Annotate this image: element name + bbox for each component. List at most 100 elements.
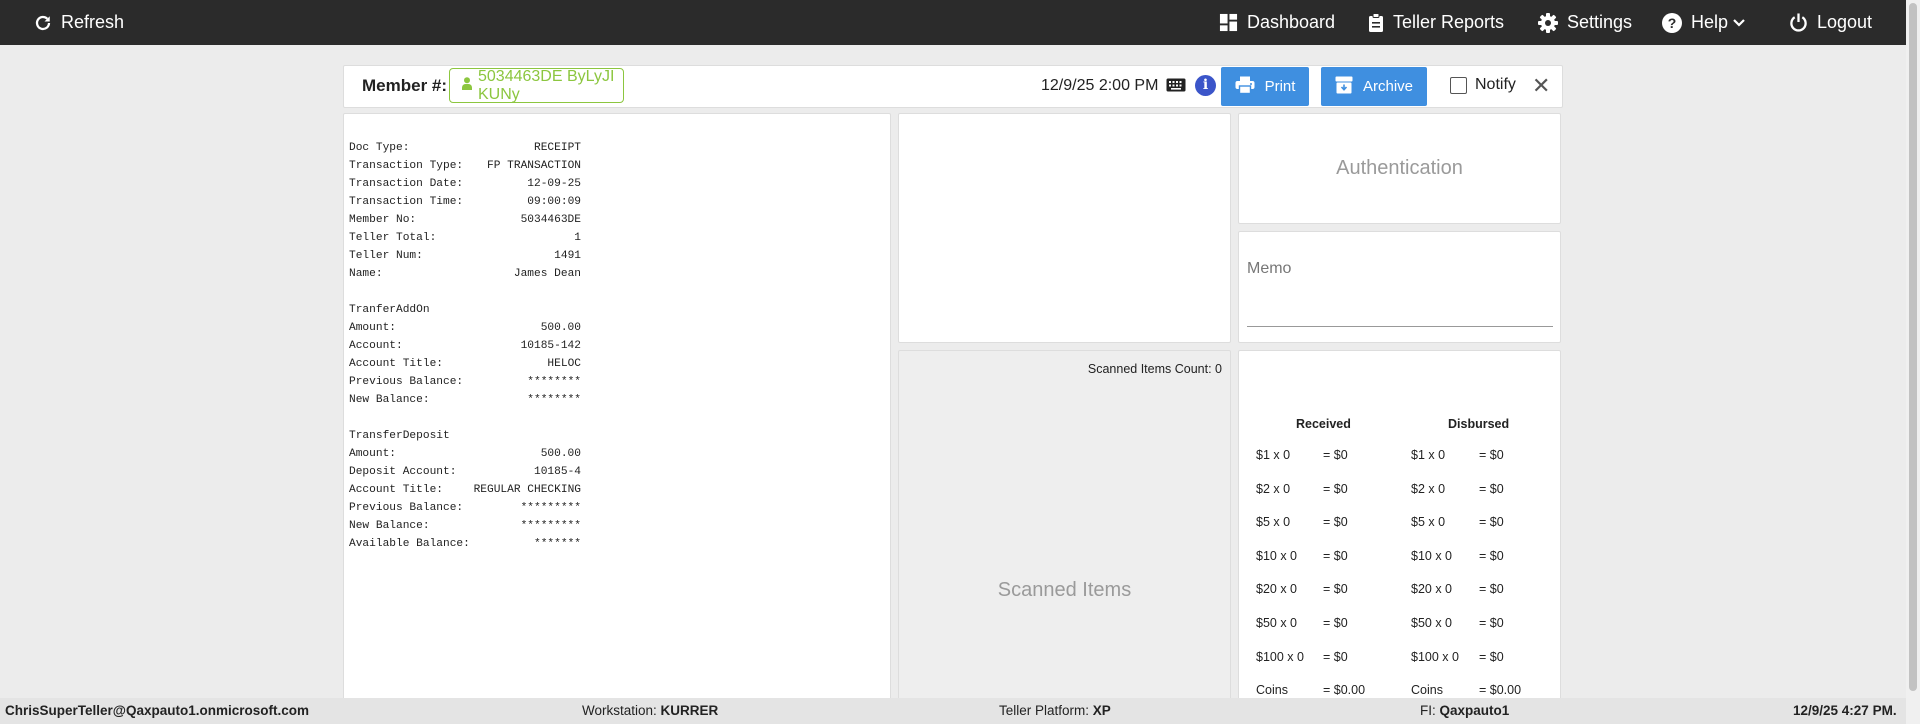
disbursed-denomination: $1 x 0 <box>1411 448 1446 462</box>
authentication-panel[interactable]: Authentication <box>1238 113 1561 224</box>
receipt-row-label: Transaction Type: <box>349 160 464 172</box>
chevron-down-icon <box>1733 18 1745 28</box>
received-total: = $0 <box>1323 616 1348 630</box>
disbursed-denomination: Coins <box>1411 683 1443 698</box>
dashboard-label: Dashboard <box>1247 12 1336 32</box>
received-total: = $0 <box>1323 649 1348 664</box>
receipt-row: Name: James Dean <box>349 265 581 283</box>
receipt-row: Previous Balance: ********* <box>349 499 581 517</box>
disbursed-denomination: $5 x 0 <box>1411 515 1446 530</box>
receipt-row-value: 1 <box>574 232 581 244</box>
receipt-row-value: ********* <box>520 502 581 514</box>
gear-icon <box>1538 12 1558 33</box>
top-navbar: Refresh Dashboard Teller Reports Setting… <box>0 0 1920 45</box>
receipt-row: Teller Num: 1491 <box>349 247 581 265</box>
receipt-panel: Doc Type: RECEIPT Transaction Type: FP TRAN… <box>343 113 891 703</box>
receipt-row: Teller Total: 1 <box>349 229 581 247</box>
help-button[interactable]: ? Help <box>1662 0 1745 45</box>
receipt-row: Available Balance: ******* <box>349 535 581 553</box>
memo-label: Memo <box>1247 260 1292 277</box>
received-total: = $0 <box>1323 481 1348 496</box>
receipt-section-title: TranferAddOn <box>349 304 430 316</box>
received-denomination: $2 x 0 <box>1256 481 1291 496</box>
receipt-row-label: Account: <box>349 340 403 352</box>
receipt-section-title: TransferDeposit <box>349 430 450 442</box>
receipt-row-value: ******** <box>527 376 581 388</box>
receipt-row-label: Deposit Account: <box>349 466 457 478</box>
receipt-row-label: New Balance: <box>349 520 430 532</box>
receipt-row: Amount: 500.00 <box>349 319 581 337</box>
image-preview-panel <box>898 113 1231 343</box>
notify-checkbox-box[interactable] <box>1450 76 1467 94</box>
received-denomination: $5 x 0 <box>1256 515 1291 530</box>
archive-button[interactable]: Archive <box>1321 67 1427 106</box>
receipt-row-value: 09:00:09 <box>527 196 581 208</box>
notify-checkbox[interactable]: Notify <box>1450 76 1516 94</box>
receipt-row-value: 5034463DE <box>520 214 581 226</box>
info-icon[interactable]: i <box>1195 75 1216 96</box>
receipt-row: Transaction Date: 12-09-25 <box>349 175 581 193</box>
member-value: 5034463DE ByLyJI KUNy <box>478 67 615 103</box>
close-icon[interactable]: ✕ <box>1532 75 1550 97</box>
svg-text:?: ? <box>1668 15 1677 31</box>
member-chip[interactable]: 5034463DE ByLyJI KUNy <box>449 68 624 103</box>
receipt-row-value: ******* <box>534 538 581 550</box>
disbursed-denomination: $2 x 0 <box>1411 481 1446 496</box>
print-label: Print <box>1264 78 1296 95</box>
disbursed-total: = $0 <box>1479 448 1504 462</box>
receipt-row-value: RECEIPT <box>534 142 581 154</box>
receipt-row-value: 12-09-25 <box>527 178 581 190</box>
receipt-row-label: Name: <box>349 268 383 280</box>
received-denomination: $1 x 0 <box>1256 448 1291 462</box>
receipt-row: Doc Type: RECEIPT <box>349 139 581 157</box>
received-total: = $0 <box>1323 448 1348 462</box>
disbursed-total: = $0 <box>1479 515 1504 530</box>
received-total: = $0 <box>1323 582 1348 597</box>
vertical-scrollbar[interactable] <box>1906 0 1920 724</box>
receipt-row-value: 1491 <box>554 250 581 262</box>
notify-label: Notify <box>1475 76 1516 93</box>
logout-label: Logout <box>1817 12 1873 32</box>
scanned-items-panel: Scanned Items Count: 0 Scanned Items <box>898 350 1231 724</box>
scrollbar-thumb[interactable] <box>1909 3 1917 691</box>
receipt-row: Account: 10185-142 <box>349 337 581 355</box>
header-datetime: 12/9/25 2:00 PM <box>1041 77 1159 94</box>
keyboard-icon[interactable] <box>1166 78 1186 97</box>
disbursed-total: = $0 <box>1479 649 1504 664</box>
memo-input-underline[interactable] <box>1247 326 1553 327</box>
receipt-row-value: 10185-4 <box>534 466 581 478</box>
clipboard-icon <box>1368 12 1384 33</box>
receipt-row-value: FP TRANSACTION <box>487 160 581 172</box>
receipt-row-label: Previous Balance: <box>349 502 464 514</box>
teller-reports-button[interactable]: Teller Reports <box>1368 0 1504 45</box>
received-denomination: $100 x 0 <box>1256 649 1304 664</box>
receipt-row-label: Previous Balance: <box>349 376 464 388</box>
user-icon <box>462 76 472 95</box>
dashboard-button[interactable]: Dashboard <box>1219 0 1335 45</box>
received-header: Received <box>1296 417 1351 431</box>
member-label: Member #: <box>362 76 448 95</box>
disbursed-header: Disbursed <box>1448 417 1510 431</box>
receipt-row-label: Doc Type: <box>349 142 410 154</box>
scanned-items-count: Scanned Items Count: 0 <box>1087 362 1222 376</box>
receipt-row-value: REGULAR CHECKING <box>473 484 581 496</box>
received-denomination: $50 x 0 <box>1256 616 1298 630</box>
receipt-row-label: Available Balance: <box>349 538 470 550</box>
print-button[interactable]: Print <box>1221 67 1309 106</box>
disbursed-total: = $0 <box>1479 616 1504 630</box>
receipt-row-label: Account Title: <box>349 484 443 496</box>
footer-user: ChrisSuperTeller@Qaxpauto1.onmicrosoft.c… <box>5 703 309 718</box>
refresh-button[interactable]: Refresh <box>34 0 124 45</box>
receipt-row-label: New Balance: <box>349 394 430 406</box>
receipt-row-value: ******** <box>527 394 581 406</box>
footer-fi: Qaxpauto1 <box>1439 703 1510 718</box>
printer-icon <box>1235 76 1255 98</box>
memo-panel[interactable]: Memo <box>1238 231 1561 343</box>
logout-button[interactable]: Logout <box>1789 0 1872 45</box>
teller-reports-label: Teller Reports <box>1393 12 1505 32</box>
settings-label: Settings <box>1567 12 1633 32</box>
settings-button[interactable]: Settings <box>1538 0 1632 45</box>
receipt-row-value: ********* <box>520 520 581 532</box>
disbursed-denomination: $20 x 0 <box>1411 582 1453 597</box>
footer-platform: XP <box>1092 703 1111 718</box>
